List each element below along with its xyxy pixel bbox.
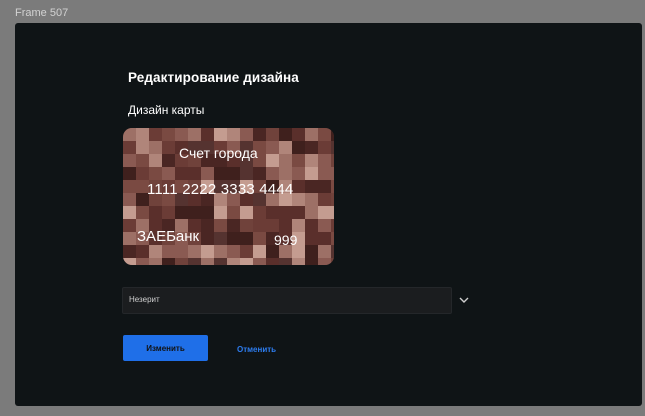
editor-panel: Редактирование дизайна Дизайн карты Счет… <box>15 23 642 406</box>
card-number: 1111 2222 3333 4444 <box>147 181 294 198</box>
chevron-down-icon[interactable] <box>459 296 469 304</box>
card-preview: Счет города 1111 2222 3333 4444 ЗАЕБанк … <box>123 128 334 265</box>
cancel-button[interactable]: Отменить <box>237 341 276 358</box>
section-label: Дизайн карты <box>128 103 205 117</box>
page-title: Редактирование дизайна <box>128 70 299 85</box>
card-cvv: 999 <box>274 232 298 248</box>
card-title: Счет города <box>179 145 258 161</box>
design-select-value: Незерит <box>129 295 160 304</box>
frame-label: Frame 507 <box>15 7 69 19</box>
card-bank-name: ЗАЕБанк <box>137 228 200 245</box>
design-select[interactable]: Незерит <box>122 287 452 314</box>
apply-button[interactable]: Изменить <box>123 335 208 361</box>
